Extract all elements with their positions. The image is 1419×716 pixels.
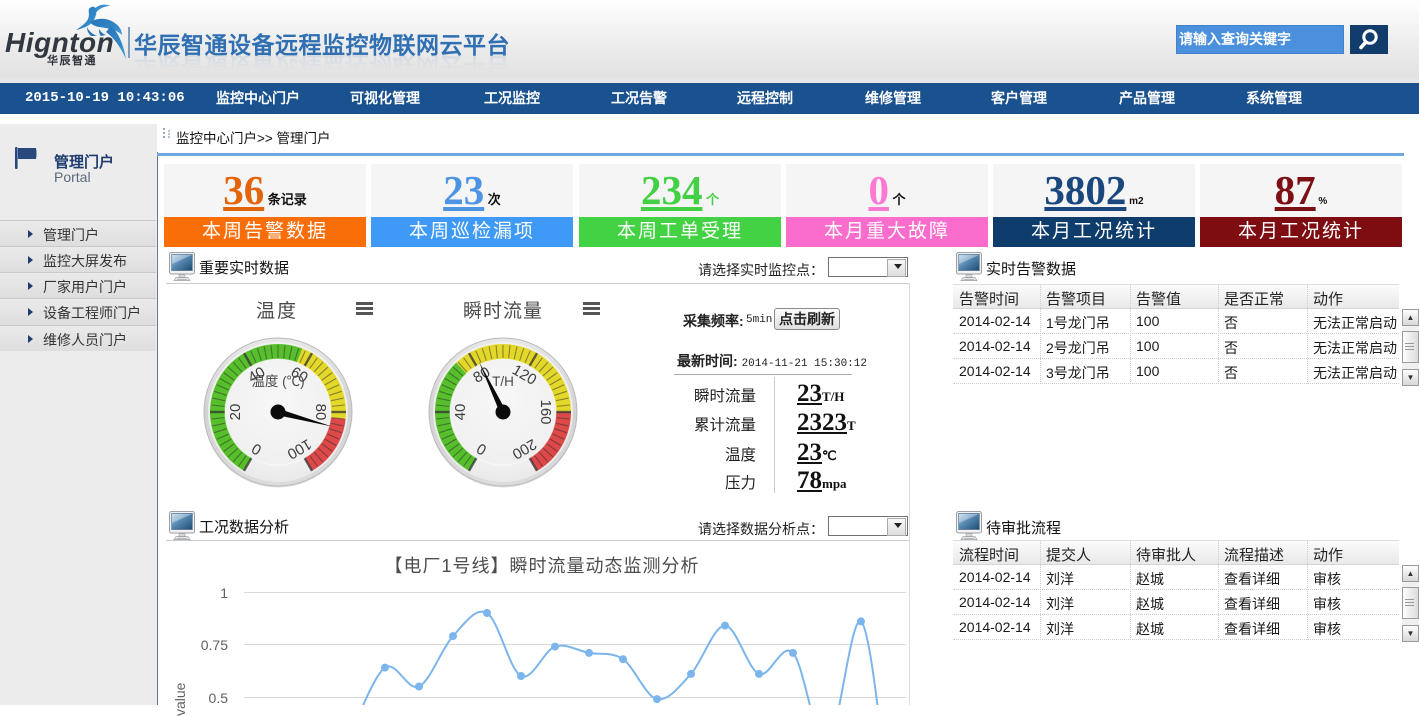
svg-text:T/H: T/H xyxy=(492,374,514,389)
svg-text:40: 40 xyxy=(452,404,469,421)
svg-text:160: 160 xyxy=(537,399,554,424)
svg-text:温度 (℃): 温度 (℃) xyxy=(251,374,304,389)
svg-text:80: 80 xyxy=(312,404,329,421)
svg-text:20: 20 xyxy=(227,404,244,421)
